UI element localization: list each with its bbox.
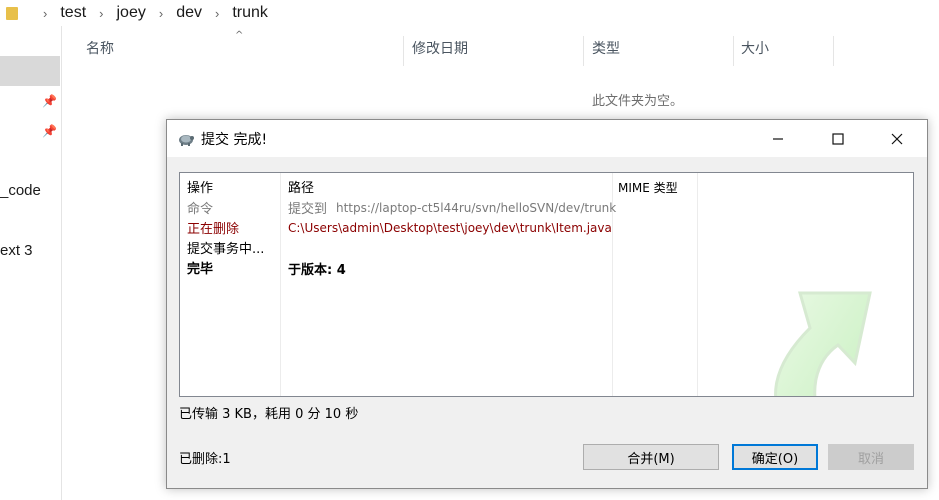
dialog-titlebar[interactable]: 提交 完成! [167, 120, 927, 157]
commit-arrow-watermark-icon [774, 291, 872, 396]
row-path: https://laptop-ct5l44ru/svn/helloSVN/dev… [336, 201, 617, 215]
row-action: 提交事务中... [187, 242, 265, 257]
dialog-title: 提交 完成! [201, 131, 268, 148]
chevron-right-icon: › [43, 5, 48, 21]
column-divider[interactable] [697, 173, 698, 396]
column-header-mime[interactable]: MIME 类型 [618, 179, 678, 196]
breadcrumb: › test › joey › dev › trunk [0, 0, 939, 26]
row-revision: 于版本: 4 [288, 263, 346, 278]
minimize-button[interactable] [749, 120, 807, 157]
breadcrumb-item-test[interactable]: test [60, 4, 86, 22]
tortoise-svn-icon [177, 131, 195, 147]
row-action: 正在删除 [187, 222, 240, 237]
pin-icon[interactable]: 📌 [42, 94, 57, 108]
close-icon [891, 133, 903, 144]
close-button[interactable] [868, 120, 926, 157]
breadcrumb-item-joey[interactable]: joey [116, 4, 145, 22]
ok-button[interactable]: 确定(O) [732, 444, 818, 470]
column-header-path[interactable]: 路径 [288, 177, 314, 196]
row-path: C:\Users\admin\Desktop\test\joey\dev\tru… [288, 221, 612, 235]
maximize-icon [832, 132, 844, 145]
row-action: 命令 [187, 202, 214, 217]
row-path-prefix: 提交到 [288, 202, 328, 217]
column-header-action[interactable]: 操作 [187, 177, 213, 196]
folder-icon [6, 6, 18, 20]
pin-icon[interactable]: 📌 [42, 124, 57, 138]
empty-folder-message: 此文件夹为空。 [592, 94, 684, 109]
navigation-pane: 📌 📌 _code ext 3 [0, 26, 62, 500]
minimize-icon [773, 137, 783, 140]
nav-item-text3[interactable]: ext 3 [0, 242, 33, 259]
column-header-type[interactable]: 类型 [592, 38, 620, 58]
chevron-right-icon: › [214, 5, 220, 21]
breadcrumb-item-trunk[interactable]: trunk [232, 4, 268, 22]
breadcrumb-item-dev[interactable]: dev [176, 4, 202, 22]
sort-ascending-icon: ^ [235, 30, 244, 41]
commit-finished-dialog: 提交 完成! 操作 路径 MIME 类型 命令 提交到 https://lapt… [166, 119, 928, 489]
nav-item-selected[interactable] [0, 56, 60, 86]
deleted-count: 已删除:1 [179, 452, 231, 467]
chevron-right-icon: › [158, 5, 164, 21]
nav-item-code[interactable]: _code [0, 182, 41, 199]
column-divider[interactable] [583, 36, 584, 66]
column-divider[interactable] [733, 36, 734, 66]
cancel-button[interactable]: 取消 [828, 444, 914, 470]
column-header-modified[interactable]: 修改日期 [412, 38, 468, 58]
maximize-button[interactable] [809, 120, 867, 157]
column-headers: ^ 名称 修改日期 类型 大小 [62, 26, 939, 66]
column-divider[interactable] [833, 36, 834, 66]
commit-log-list[interactable]: 操作 路径 MIME 类型 命令 提交到 https://laptop-ct5l… [179, 172, 914, 397]
chevron-right-icon: › [99, 5, 104, 21]
column-header-name[interactable]: 名称 [86, 38, 114, 58]
column-divider[interactable] [280, 173, 281, 396]
column-divider[interactable] [403, 36, 404, 66]
column-header-size[interactable]: 大小 [741, 38, 769, 58]
row-action: 完毕 [187, 262, 214, 277]
merge-button[interactable]: 合并(M) [583, 444, 719, 470]
transfer-status: 已传输 3 KB，耗用 0 分 10 秒 [179, 407, 359, 422]
